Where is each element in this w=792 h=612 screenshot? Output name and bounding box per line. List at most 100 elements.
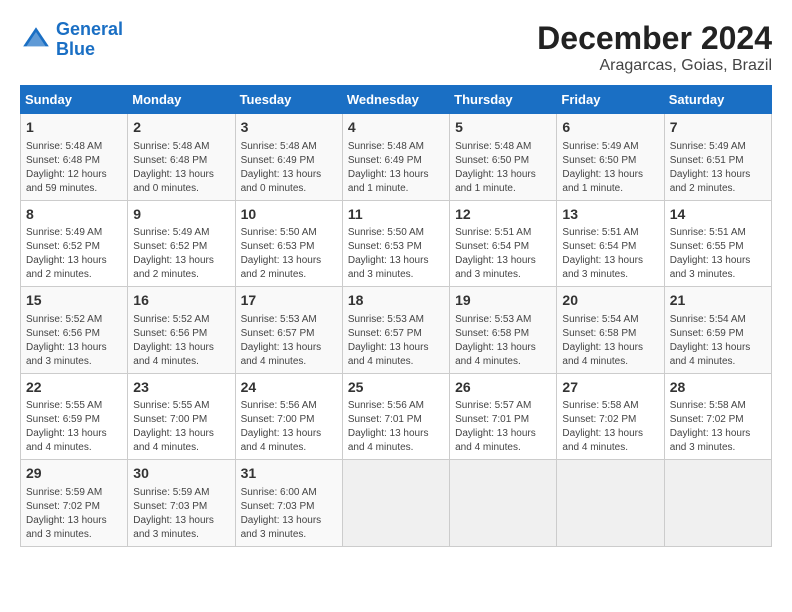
calendar-week-1: 1Sunrise: 5:48 AM Sunset: 6:48 PM Daylig…: [21, 114, 772, 201]
day-number: 10: [241, 205, 337, 225]
day-number: 27: [562, 378, 658, 398]
day-info: Sunrise: 5:56 AM Sunset: 7:01 PM Dayligh…: [348, 399, 444, 455]
logo: General Blue: [20, 20, 123, 60]
day-number: 29: [26, 464, 122, 484]
day-info: Sunrise: 5:55 AM Sunset: 7:00 PM Dayligh…: [133, 399, 229, 455]
day-info: Sunrise: 5:51 AM Sunset: 6:55 PM Dayligh…: [670, 226, 766, 282]
day-number: 31: [241, 464, 337, 484]
day-number: 22: [26, 378, 122, 398]
day-info: Sunrise: 5:49 AM Sunset: 6:51 PM Dayligh…: [670, 140, 766, 196]
calendar-cell: 10Sunrise: 5:50 AM Sunset: 6:53 PM Dayli…: [235, 200, 342, 287]
calendar-cell: 14Sunrise: 5:51 AM Sunset: 6:55 PM Dayli…: [664, 200, 771, 287]
calendar-cell: 5Sunrise: 5:48 AM Sunset: 6:50 PM Daylig…: [450, 114, 557, 201]
calendar-cell: 25Sunrise: 5:56 AM Sunset: 7:01 PM Dayli…: [342, 373, 449, 460]
calendar-cell: 1Sunrise: 5:48 AM Sunset: 6:48 PM Daylig…: [21, 114, 128, 201]
calendar-cell: [557, 460, 664, 547]
calendar-cell: 28Sunrise: 5:58 AM Sunset: 7:02 PM Dayli…: [664, 373, 771, 460]
calendar-cell: 15Sunrise: 5:52 AM Sunset: 6:56 PM Dayli…: [21, 287, 128, 374]
calendar-cell: 16Sunrise: 5:52 AM Sunset: 6:56 PM Dayli…: [128, 287, 235, 374]
day-info: Sunrise: 5:56 AM Sunset: 7:00 PM Dayligh…: [241, 399, 337, 455]
day-info: Sunrise: 5:54 AM Sunset: 6:59 PM Dayligh…: [670, 313, 766, 369]
calendar-cell: 17Sunrise: 5:53 AM Sunset: 6:57 PM Dayli…: [235, 287, 342, 374]
calendar-cell: 21Sunrise: 5:54 AM Sunset: 6:59 PM Dayli…: [664, 287, 771, 374]
calendar-cell: 11Sunrise: 5:50 AM Sunset: 6:53 PM Dayli…: [342, 200, 449, 287]
page-header: General Blue December 2024 Aragarcas, Go…: [20, 20, 772, 75]
calendar-cell: 4Sunrise: 5:48 AM Sunset: 6:49 PM Daylig…: [342, 114, 449, 201]
day-number: 19: [455, 291, 551, 311]
calendar-cell: 29Sunrise: 5:59 AM Sunset: 7:02 PM Dayli…: [21, 460, 128, 547]
calendar-cell: 22Sunrise: 5:55 AM Sunset: 6:59 PM Dayli…: [21, 373, 128, 460]
day-number: 14: [670, 205, 766, 225]
day-info: Sunrise: 5:52 AM Sunset: 6:56 PM Dayligh…: [133, 313, 229, 369]
day-info: Sunrise: 6:00 AM Sunset: 7:03 PM Dayligh…: [241, 486, 337, 542]
day-number: 26: [455, 378, 551, 398]
day-info: Sunrise: 5:53 AM Sunset: 6:57 PM Dayligh…: [241, 313, 337, 369]
logo-line2: Blue: [56, 39, 95, 59]
day-info: Sunrise: 5:53 AM Sunset: 6:58 PM Dayligh…: [455, 313, 551, 369]
day-info: Sunrise: 5:51 AM Sunset: 6:54 PM Dayligh…: [455, 226, 551, 282]
day-number: 21: [670, 291, 766, 311]
day-number: 13: [562, 205, 658, 225]
day-info: Sunrise: 5:52 AM Sunset: 6:56 PM Dayligh…: [26, 313, 122, 369]
col-wednesday: Wednesday: [342, 86, 449, 114]
calendar-week-4: 22Sunrise: 5:55 AM Sunset: 6:59 PM Dayli…: [21, 373, 772, 460]
calendar-cell: 8Sunrise: 5:49 AM Sunset: 6:52 PM Daylig…: [21, 200, 128, 287]
day-info: Sunrise: 5:48 AM Sunset: 6:50 PM Dayligh…: [455, 140, 551, 196]
col-tuesday: Tuesday: [235, 86, 342, 114]
day-info: Sunrise: 5:49 AM Sunset: 6:50 PM Dayligh…: [562, 140, 658, 196]
logo-text: General Blue: [56, 20, 123, 60]
calendar-week-2: 8Sunrise: 5:49 AM Sunset: 6:52 PM Daylig…: [21, 200, 772, 287]
logo-line1: General: [56, 19, 123, 39]
day-number: 28: [670, 378, 766, 398]
calendar-cell: 9Sunrise: 5:49 AM Sunset: 6:52 PM Daylig…: [128, 200, 235, 287]
calendar-cell: 30Sunrise: 5:59 AM Sunset: 7:03 PM Dayli…: [128, 460, 235, 547]
day-info: Sunrise: 5:48 AM Sunset: 6:49 PM Dayligh…: [348, 140, 444, 196]
calendar-table: Sunday Monday Tuesday Wednesday Thursday…: [20, 85, 772, 547]
day-number: 4: [348, 118, 444, 138]
calendar-cell: 23Sunrise: 5:55 AM Sunset: 7:00 PM Dayli…: [128, 373, 235, 460]
day-number: 12: [455, 205, 551, 225]
day-number: 16: [133, 291, 229, 311]
day-number: 7: [670, 118, 766, 138]
logo-icon: [20, 24, 52, 56]
day-info: Sunrise: 5:58 AM Sunset: 7:02 PM Dayligh…: [670, 399, 766, 455]
calendar-cell: 26Sunrise: 5:57 AM Sunset: 7:01 PM Dayli…: [450, 373, 557, 460]
calendar-cell: 2Sunrise: 5:48 AM Sunset: 6:48 PM Daylig…: [128, 114, 235, 201]
calendar-cell: 31Sunrise: 6:00 AM Sunset: 7:03 PM Dayli…: [235, 460, 342, 547]
col-sunday: Sunday: [21, 86, 128, 114]
calendar-cell: 3Sunrise: 5:48 AM Sunset: 6:49 PM Daylig…: [235, 114, 342, 201]
day-number: 1: [26, 118, 122, 138]
calendar-cell: 18Sunrise: 5:53 AM Sunset: 6:57 PM Dayli…: [342, 287, 449, 374]
day-info: Sunrise: 5:48 AM Sunset: 6:49 PM Dayligh…: [241, 140, 337, 196]
col-monday: Monday: [128, 86, 235, 114]
col-thursday: Thursday: [450, 86, 557, 114]
calendar-cell: 20Sunrise: 5:54 AM Sunset: 6:58 PM Dayli…: [557, 287, 664, 374]
calendar-cell: 12Sunrise: 5:51 AM Sunset: 6:54 PM Dayli…: [450, 200, 557, 287]
day-info: Sunrise: 5:59 AM Sunset: 7:02 PM Dayligh…: [26, 486, 122, 542]
day-info: Sunrise: 5:50 AM Sunset: 6:53 PM Dayligh…: [348, 226, 444, 282]
calendar-week-5: 29Sunrise: 5:59 AM Sunset: 7:02 PM Dayli…: [21, 460, 772, 547]
day-number: 23: [133, 378, 229, 398]
calendar-cell: 27Sunrise: 5:58 AM Sunset: 7:02 PM Dayli…: [557, 373, 664, 460]
day-number: 3: [241, 118, 337, 138]
calendar-cell: 24Sunrise: 5:56 AM Sunset: 7:00 PM Dayli…: [235, 373, 342, 460]
day-number: 2: [133, 118, 229, 138]
day-number: 20: [562, 291, 658, 311]
calendar-cell: [450, 460, 557, 547]
day-info: Sunrise: 5:49 AM Sunset: 6:52 PM Dayligh…: [26, 226, 122, 282]
day-number: 17: [241, 291, 337, 311]
calendar-body: 1Sunrise: 5:48 AM Sunset: 6:48 PM Daylig…: [21, 114, 772, 547]
col-saturday: Saturday: [664, 86, 771, 114]
day-number: 6: [562, 118, 658, 138]
day-info: Sunrise: 5:50 AM Sunset: 6:53 PM Dayligh…: [241, 226, 337, 282]
day-number: 8: [26, 205, 122, 225]
calendar-header: Sunday Monday Tuesday Wednesday Thursday…: [21, 86, 772, 114]
day-info: Sunrise: 5:58 AM Sunset: 7:02 PM Dayligh…: [562, 399, 658, 455]
calendar-cell: 19Sunrise: 5:53 AM Sunset: 6:58 PM Dayli…: [450, 287, 557, 374]
calendar-cell: 6Sunrise: 5:49 AM Sunset: 6:50 PM Daylig…: [557, 114, 664, 201]
day-info: Sunrise: 5:54 AM Sunset: 6:58 PM Dayligh…: [562, 313, 658, 369]
day-info: Sunrise: 5:59 AM Sunset: 7:03 PM Dayligh…: [133, 486, 229, 542]
day-info: Sunrise: 5:51 AM Sunset: 6:54 PM Dayligh…: [562, 226, 658, 282]
day-info: Sunrise: 5:55 AM Sunset: 6:59 PM Dayligh…: [26, 399, 122, 455]
calendar-cell: [664, 460, 771, 547]
